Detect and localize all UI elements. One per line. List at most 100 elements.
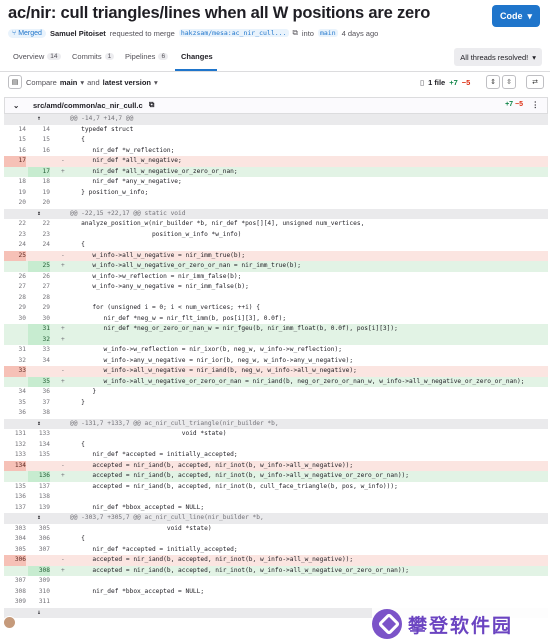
code-button[interactable]: Code ▾ — [491, 5, 540, 27]
settings-icon[interactable]: ⇄ — [526, 75, 544, 89]
copy-path-icon[interactable]: ⧉ — [149, 100, 154, 110]
expand-lines-icon[interactable]: ↓ — [28, 608, 50, 619]
old-line-number[interactable]: 30 — [4, 314, 26, 325]
tab-pipelines[interactable]: Pipelines 6 — [125, 52, 169, 61]
old-line-number[interactable]: 133 — [4, 450, 26, 461]
new-line-number[interactable]: 30 — [28, 314, 50, 325]
threads-resolved-button[interactable]: All threads resolved! ▾ — [454, 48, 542, 66]
old-line-number[interactable]: 19 — [4, 188, 26, 199]
old-line-number[interactable]: 32 — [4, 356, 26, 367]
tab-overview[interactable]: Overview 14 — [13, 52, 61, 61]
old-line-number[interactable]: 29 — [4, 303, 26, 314]
old-line-number[interactable]: 35 — [4, 398, 26, 409]
new-line-number[interactable]: 307 — [28, 545, 50, 556]
file-count[interactable]: 1 file — [428, 78, 445, 87]
old-line-number[interactable]: 23 — [4, 230, 26, 241]
base-version-dropdown[interactable]: main — [60, 78, 78, 87]
old-line-number[interactable]: 17 — [4, 156, 26, 167]
tab-changes[interactable]: Changes — [181, 52, 213, 61]
old-line-number[interactable]: 306 — [4, 555, 26, 566]
source-branch[interactable]: hakzsam/mesa:ac_nir_cull... — [178, 29, 289, 37]
old-line-number[interactable]: 36 — [4, 408, 26, 419]
old-line-number[interactable]: 34 — [4, 387, 26, 398]
new-line-number[interactable]: 305 — [28, 524, 50, 535]
author-link[interactable]: Samuel Pitoiset — [50, 29, 106, 38]
old-line-number[interactable]: 33 — [4, 366, 26, 377]
old-line-number[interactable]: 26 — [4, 272, 26, 283]
new-line-number[interactable]: 20 — [28, 198, 50, 209]
new-line-number[interactable]: 33 — [28, 345, 50, 356]
new-line-number[interactable]: 306 — [28, 534, 50, 545]
collapse-file-icon[interactable]: ⌄ — [13, 101, 19, 110]
old-line-number[interactable]: 31 — [4, 345, 26, 356]
old-line-number[interactable]: 24 — [4, 240, 26, 251]
new-line-number[interactable]: 309 — [28, 576, 50, 587]
old-line-number[interactable]: 16 — [4, 146, 26, 157]
new-line-number[interactable]: 308 — [28, 565, 50, 576]
old-line-number[interactable]: 131 — [4, 429, 26, 440]
old-line-number[interactable]: 27 — [4, 282, 26, 293]
old-line-number[interactable]: 309 — [4, 597, 26, 608]
new-line-number[interactable]: 137 — [28, 482, 50, 493]
tab-commits[interactable]: Commits 1 — [72, 52, 115, 61]
file-path[interactable]: src/amd/common/ac_nir_cull.c — [33, 101, 143, 110]
new-line-number[interactable]: 310 — [28, 587, 50, 598]
old-line-number[interactable]: 15 — [4, 135, 26, 146]
old-line-number[interactable]: 303 — [4, 524, 26, 535]
new-line-number[interactable]: 17 — [28, 166, 50, 177]
old-line-number[interactable]: 22 — [4, 219, 26, 230]
copy-icon[interactable]: ⧉ — [293, 28, 298, 38]
new-line-number[interactable]: 37 — [28, 398, 50, 409]
old-line-number[interactable]: 135 — [4, 482, 26, 493]
new-line-number[interactable]: 29 — [28, 303, 50, 314]
target-branch[interactable]: main — [317, 29, 338, 37]
new-line-number[interactable]: 31 — [28, 324, 50, 335]
new-line-number[interactable]: 34 — [28, 356, 50, 367]
old-line-number[interactable]: 132 — [4, 440, 26, 451]
file-tree-toggle-icon[interactable]: ▤ — [8, 75, 22, 89]
new-line-number[interactable]: 133 — [28, 429, 50, 440]
head-version-dropdown[interactable]: latest version — [103, 78, 151, 87]
new-line-number[interactable]: 36 — [28, 387, 50, 398]
old-line-number[interactable]: 308 — [4, 587, 26, 598]
old-line-number[interactable]: 137 — [4, 503, 26, 514]
old-line-number[interactable]: 25 — [4, 250, 26, 261]
old-line-number[interactable]: 14 — [4, 125, 26, 136]
old-line-number[interactable]: 28 — [4, 293, 26, 304]
expand-lines-icon[interactable]: ↑ — [28, 114, 50, 125]
new-line-number[interactable]: 311 — [28, 597, 50, 608]
expand-all-icon[interactable]: ⇕ — [486, 75, 500, 89]
old-line-number[interactable]: 304 — [4, 534, 26, 545]
new-line-number[interactable]: 35 — [28, 376, 50, 387]
expand-lines-icon[interactable]: ↕ — [28, 419, 50, 430]
new-line-number[interactable]: 24 — [28, 240, 50, 251]
new-line-number[interactable]: 19 — [28, 188, 50, 199]
old-line-number[interactable]: 20 — [4, 198, 26, 209]
new-line-number[interactable]: 138 — [28, 492, 50, 503]
new-line-number[interactable]: 25 — [28, 261, 50, 272]
old-line-number[interactable]: 18 — [4, 177, 26, 188]
new-line-number[interactable]: 134 — [28, 440, 50, 451]
new-line-number[interactable]: 26 — [28, 272, 50, 283]
new-line-number[interactable]: 16 — [28, 146, 50, 157]
expand-lines-icon[interactable]: ↕ — [28, 209, 50, 220]
new-line-number[interactable]: 15 — [28, 135, 50, 146]
old-line-number[interactable]: 134 — [4, 460, 26, 471]
old-line-number[interactable]: 305 — [4, 545, 26, 556]
new-line-number[interactable]: 135 — [28, 450, 50, 461]
new-line-number[interactable]: 23 — [28, 230, 50, 241]
new-line-number[interactable]: 22 — [28, 219, 50, 230]
new-line-number[interactable]: 27 — [28, 282, 50, 293]
new-line-number[interactable]: 38 — [28, 408, 50, 419]
old-line-number[interactable]: 307 — [4, 576, 26, 587]
collapse-all-icon[interactable]: ⇳ — [502, 75, 516, 89]
new-line-number[interactable]: 28 — [28, 293, 50, 304]
expand-lines-icon[interactable]: ↕ — [28, 513, 50, 524]
old-line-number[interactable]: 136 — [4, 492, 26, 503]
avatar[interactable] — [3, 616, 16, 629]
new-line-number[interactable]: 139 — [28, 503, 50, 514]
new-line-number[interactable]: 32 — [28, 334, 50, 345]
new-line-number[interactable]: 136 — [28, 471, 50, 482]
file-options-icon[interactable]: ⋮ — [532, 100, 540, 109]
new-line-number[interactable]: 14 — [28, 125, 50, 136]
